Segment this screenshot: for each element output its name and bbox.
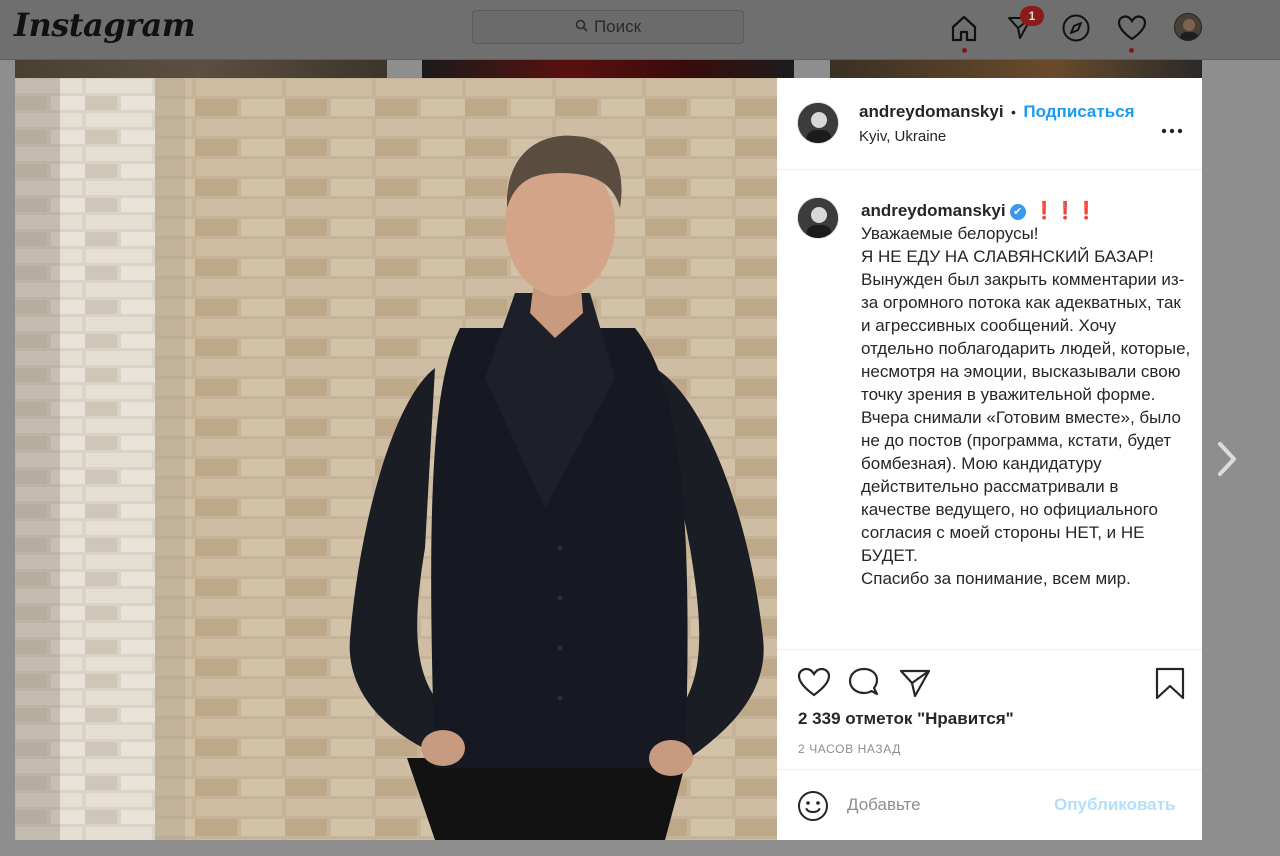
post-photo[interactable] <box>15 78 777 840</box>
publish-button[interactable]: Опубликовать <box>1054 795 1175 815</box>
post-actions: 2 339 отметок "Нравится" 2 ЧАСОВ НАЗАД <box>777 649 1202 769</box>
search-icon <box>575 17 588 37</box>
home-icon[interactable] <box>948 12 980 44</box>
add-comment-section: Опубликовать <box>777 769 1202 840</box>
post-timestamp[interactable]: 2 ЧАСОВ НАЗАД <box>798 742 901 756</box>
share-paper-plane-icon[interactable] <box>898 666 932 700</box>
like-heart-icon[interactable] <box>797 666 831 700</box>
emoji-smiley-icon[interactable] <box>797 790 829 822</box>
caption-line: Уважаемые белорусы! <box>861 224 1039 243</box>
profile-avatar[interactable] <box>1174 13 1202 41</box>
author-username[interactable]: andreydomanskyi <box>859 102 1004 121</box>
verified-badge-icon: ✔ <box>1009 204 1026 220</box>
post-side-panel: andreydomanskyi • Подписаться Kyiv, Ukra… <box>777 78 1202 840</box>
activity-heart-icon[interactable] <box>1116 12 1148 44</box>
follow-button[interactable]: Подписаться <box>1023 102 1134 121</box>
next-post-chevron-icon[interactable] <box>1212 440 1242 478</box>
caption-line: Я НЕ ЕДУ НА СЛАВЯНСКИЙ БАЗАР! <box>861 247 1154 266</box>
instagram-logo[interactable]: Instagram <box>14 6 196 44</box>
post-location[interactable]: Kyiv, Ukraine <box>859 128 946 145</box>
caption-line: Вынужден был закрыть комментарии из-за о… <box>861 270 1191 565</box>
caption-area: andreydomanskyi ✔ ❗❗❗ Уважаемые белорусы! … <box>777 171 1202 649</box>
caption-line: Спасибо за понимание, всем мир. <box>861 569 1131 588</box>
exclamation-emoji: ❗❗❗ <box>1033 201 1098 220</box>
author-avatar[interactable] <box>797 102 839 144</box>
header-separator: • <box>1011 104 1016 120</box>
comment-input[interactable] <box>847 792 1047 818</box>
comment-bubble-icon[interactable] <box>847 666 881 700</box>
save-bookmark-icon[interactable] <box>1153 666 1187 700</box>
post-caption: andreydomanskyi ✔ ❗❗❗ Уважаемые белорусы! … <box>861 199 1191 590</box>
more-options-icon[interactable] <box>1161 114 1183 140</box>
caption-username[interactable]: andreydomanskyi <box>861 201 1006 220</box>
post-header: andreydomanskyi • Подписаться Kyiv, Ukra… <box>777 78 1202 170</box>
feed-thumbnail[interactable] <box>830 60 1202 78</box>
top-nav-bar: Instagram Поиск 1 <box>0 0 1280 60</box>
explore-icon[interactable] <box>1060 12 1092 44</box>
activity-active-dot <box>1129 48 1134 53</box>
feed-thumbnail[interactable] <box>15 60 387 78</box>
notification-badge: 1 <box>1020 6 1044 26</box>
caption-author-avatar[interactable] <box>797 197 839 239</box>
search-box[interactable]: Поиск <box>472 10 744 44</box>
search-placeholder: Поиск <box>593 17 642 36</box>
home-active-dot <box>962 48 967 53</box>
likes-count[interactable]: 2 339 отметок "Нравится" <box>798 709 1014 729</box>
feed-thumbnail[interactable] <box>422 60 794 78</box>
